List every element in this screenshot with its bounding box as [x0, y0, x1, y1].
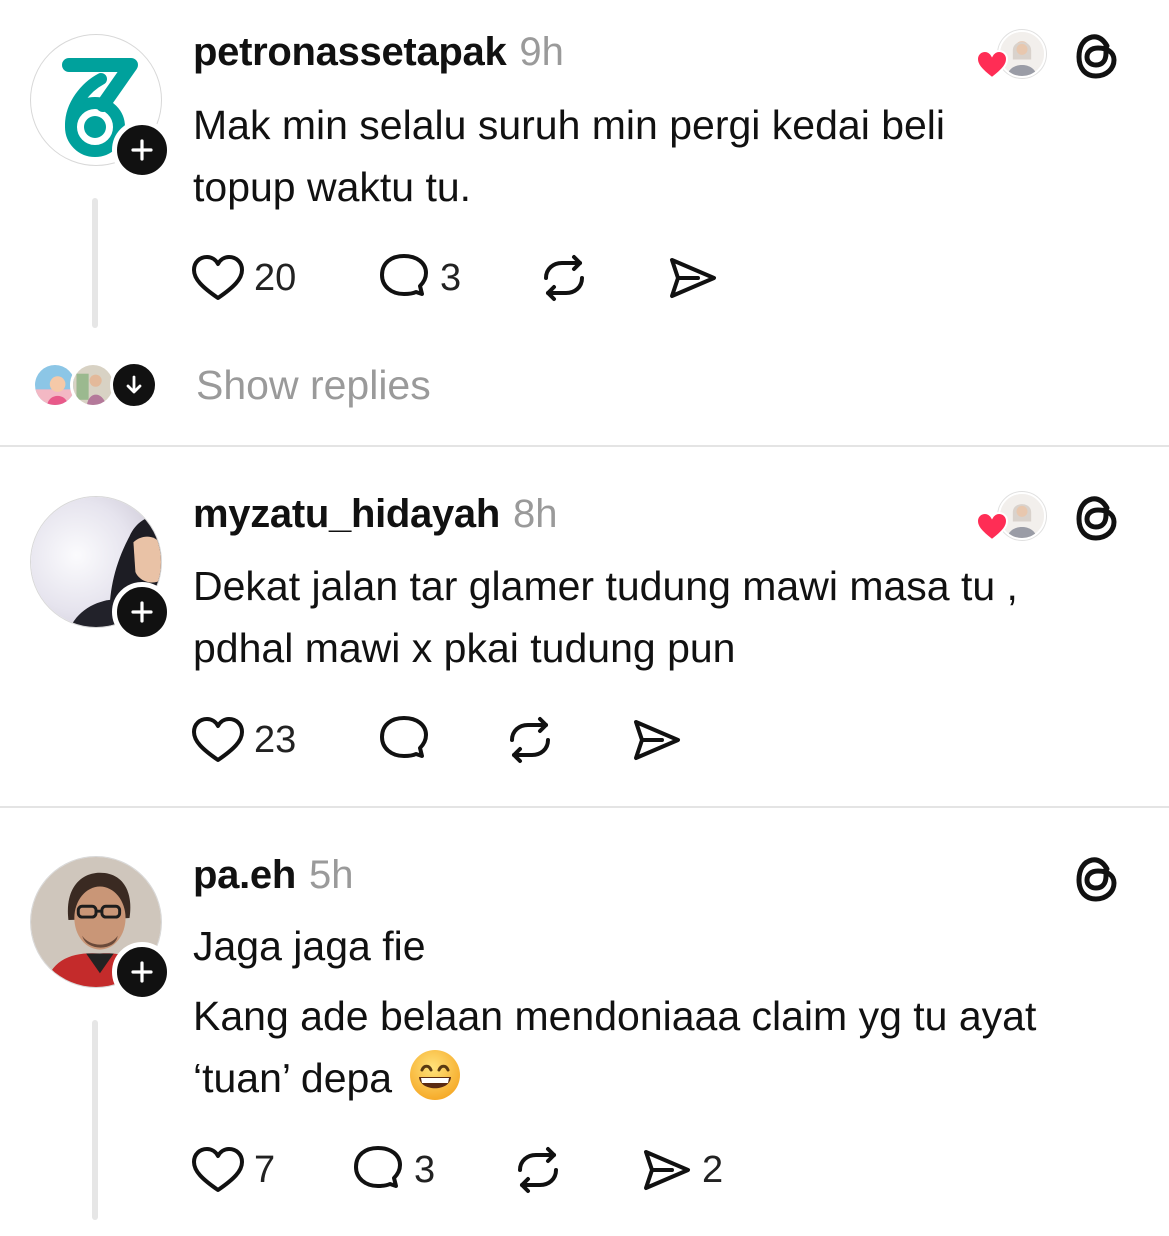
- threads-logo-icon[interactable]: [1072, 30, 1122, 82]
- post-text-line: pdhal mawi x pkai tudung pun: [193, 625, 736, 671]
- thread-line: [92, 1020, 98, 1220]
- post-text-line: Kang ade belaan mendoniaaa claim yg tu a…: [193, 993, 1037, 1039]
- heart-icon: [192, 717, 244, 762]
- like-button[interactable]: 20: [190, 248, 296, 308]
- arrow-down-icon: [126, 375, 142, 394]
- post-body: Jaga jaga fie Kang ade belaan mendoniaaa…: [193, 915, 1143, 1109]
- share-button[interactable]: [664, 248, 720, 308]
- post-text-line: Jaga jaga fie: [193, 923, 426, 969]
- comment-button[interactable]: 3: [376, 248, 461, 308]
- share-icon: [634, 720, 680, 760]
- threads-logo-icon[interactable]: [1072, 853, 1122, 905]
- like-count: 7: [254, 1148, 276, 1191]
- grinning-face-emoji: [409, 1050, 460, 1100]
- follow-plus-icon: [131, 961, 153, 983]
- post-divider: [0, 445, 1169, 447]
- threads-logo-icon[interactable]: [1072, 492, 1122, 544]
- post-body: Mak min selalu suruh min pergi kedai bel…: [193, 94, 1143, 218]
- comment-count: 3: [414, 1148, 436, 1191]
- repost-icon: [544, 255, 584, 301]
- follow-button[interactable]: [112, 120, 172, 180]
- follow-button[interactable]: [112, 942, 172, 1002]
- share-count: 2: [702, 1148, 724, 1191]
- comment-count: 3: [440, 256, 462, 299]
- repost-button[interactable]: [510, 1140, 566, 1200]
- like-button[interactable]: 7: [190, 1140, 275, 1200]
- liked-by-author: [976, 30, 1048, 82]
- comment-button[interactable]: 3: [350, 1140, 435, 1200]
- avatar-petronassetapak[interactable]: [30, 34, 172, 180]
- show-replies-badge: [110, 361, 158, 409]
- comment-icon: [380, 254, 428, 296]
- follow-plus-icon: [131, 139, 153, 161]
- post-header: myzatu_hidayah 8h: [193, 492, 558, 544]
- timestamp: 8h: [513, 492, 558, 536]
- show-replies-link[interactable]: Show replies: [196, 362, 431, 409]
- repost-icon: [510, 717, 550, 763]
- comment-icon: [354, 1146, 402, 1188]
- repost-icon: [518, 1147, 558, 1193]
- like-count: 20: [254, 256, 297, 299]
- timestamp: 9h: [519, 30, 564, 74]
- avatar-myzatu-hidayah[interactable]: [30, 496, 172, 642]
- follow-button[interactable]: [112, 582, 172, 642]
- post-text-line: Mak min selalu suruh min pergi kedai bel…: [193, 102, 946, 148]
- share-icon: [644, 1150, 690, 1190]
- liked-by-author: [976, 492, 1048, 544]
- post-header: petronassetapak 9h: [193, 30, 564, 82]
- post-text-line: topup waktu tu.: [193, 164, 472, 210]
- show-replies-row[interactable]: Show replies: [0, 346, 1169, 426]
- username[interactable]: myzatu_hidayah: [193, 492, 500, 537]
- heart-icon: [192, 1147, 244, 1192]
- heart-filled-icon: [976, 50, 1008, 80]
- repost-button[interactable]: [536, 248, 592, 308]
- post-text-line: ‘tuan’ depa: [193, 1047, 1143, 1109]
- heart-icon: [192, 255, 244, 300]
- like-button[interactable]: 23: [190, 710, 296, 770]
- share-icon: [670, 258, 716, 298]
- avatar-pa-eh[interactable]: [30, 856, 172, 1002]
- like-count: 23: [254, 718, 297, 761]
- username[interactable]: pa.eh: [193, 853, 296, 898]
- comment-icon: [380, 716, 428, 758]
- comment-button[interactable]: [376, 710, 432, 770]
- repost-button[interactable]: [502, 710, 558, 770]
- post-text-line: Dekat jalan tar glamer tudung mawi masa …: [193, 563, 1018, 609]
- follow-plus-icon: [131, 601, 153, 623]
- post-divider: [0, 806, 1169, 808]
- heart-filled-icon: [976, 512, 1008, 542]
- thread-line: [92, 198, 98, 328]
- share-button[interactable]: 2: [638, 1140, 723, 1200]
- timestamp: 5h: [308, 853, 354, 897]
- share-button[interactable]: [628, 710, 684, 770]
- post-text-segment: ‘tuan’ depa: [193, 1055, 393, 1101]
- post-body: Dekat jalan tar glamer tudung mawi masa …: [193, 555, 1143, 679]
- post-header: pa.eh 5h: [193, 853, 353, 905]
- username[interactable]: petronassetapak: [193, 30, 507, 75]
